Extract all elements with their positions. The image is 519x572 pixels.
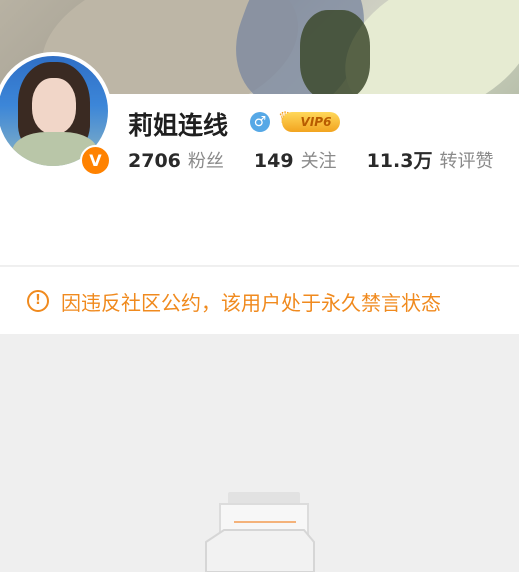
- stat-label: 转评赞: [439, 151, 494, 172]
- stat-value: 11.3万: [366, 150, 433, 172]
- ban-notice-text: 因违反社区公约，该用户处于永久禁言状态: [61, 290, 441, 315]
- stat-followers[interactable]: 2706 粉丝: [128, 147, 224, 173]
- stat-label: 粉丝: [187, 151, 224, 172]
- profile-stats: 2706 粉丝 149 关注 11.3万 转评赞: [128, 146, 519, 173]
- stat-interactions[interactable]: 11.3万 转评赞: [367, 146, 494, 173]
- stat-following[interactable]: 149 关注: [254, 147, 337, 173]
- cover-petal: [300, 10, 370, 94]
- verified-badge-icon: V: [80, 145, 111, 176]
- empty-state: [0, 334, 519, 572]
- stat-value: 2706: [128, 150, 181, 172]
- ban-notice: ! 因违反社区公约，该用户处于永久禁言状态: [0, 266, 519, 335]
- vip-badge[interactable]: VIP6: [282, 112, 340, 132]
- empty-inbox-icon: [205, 492, 315, 572]
- profile-name: 莉姐连线: [128, 111, 229, 140]
- avatar-face: [32, 78, 76, 134]
- warning-icon: !: [27, 290, 49, 312]
- male-gender-icon: ♂: [250, 112, 270, 132]
- stat-label: 关注: [300, 151, 337, 172]
- stat-value: 149: [253, 150, 294, 172]
